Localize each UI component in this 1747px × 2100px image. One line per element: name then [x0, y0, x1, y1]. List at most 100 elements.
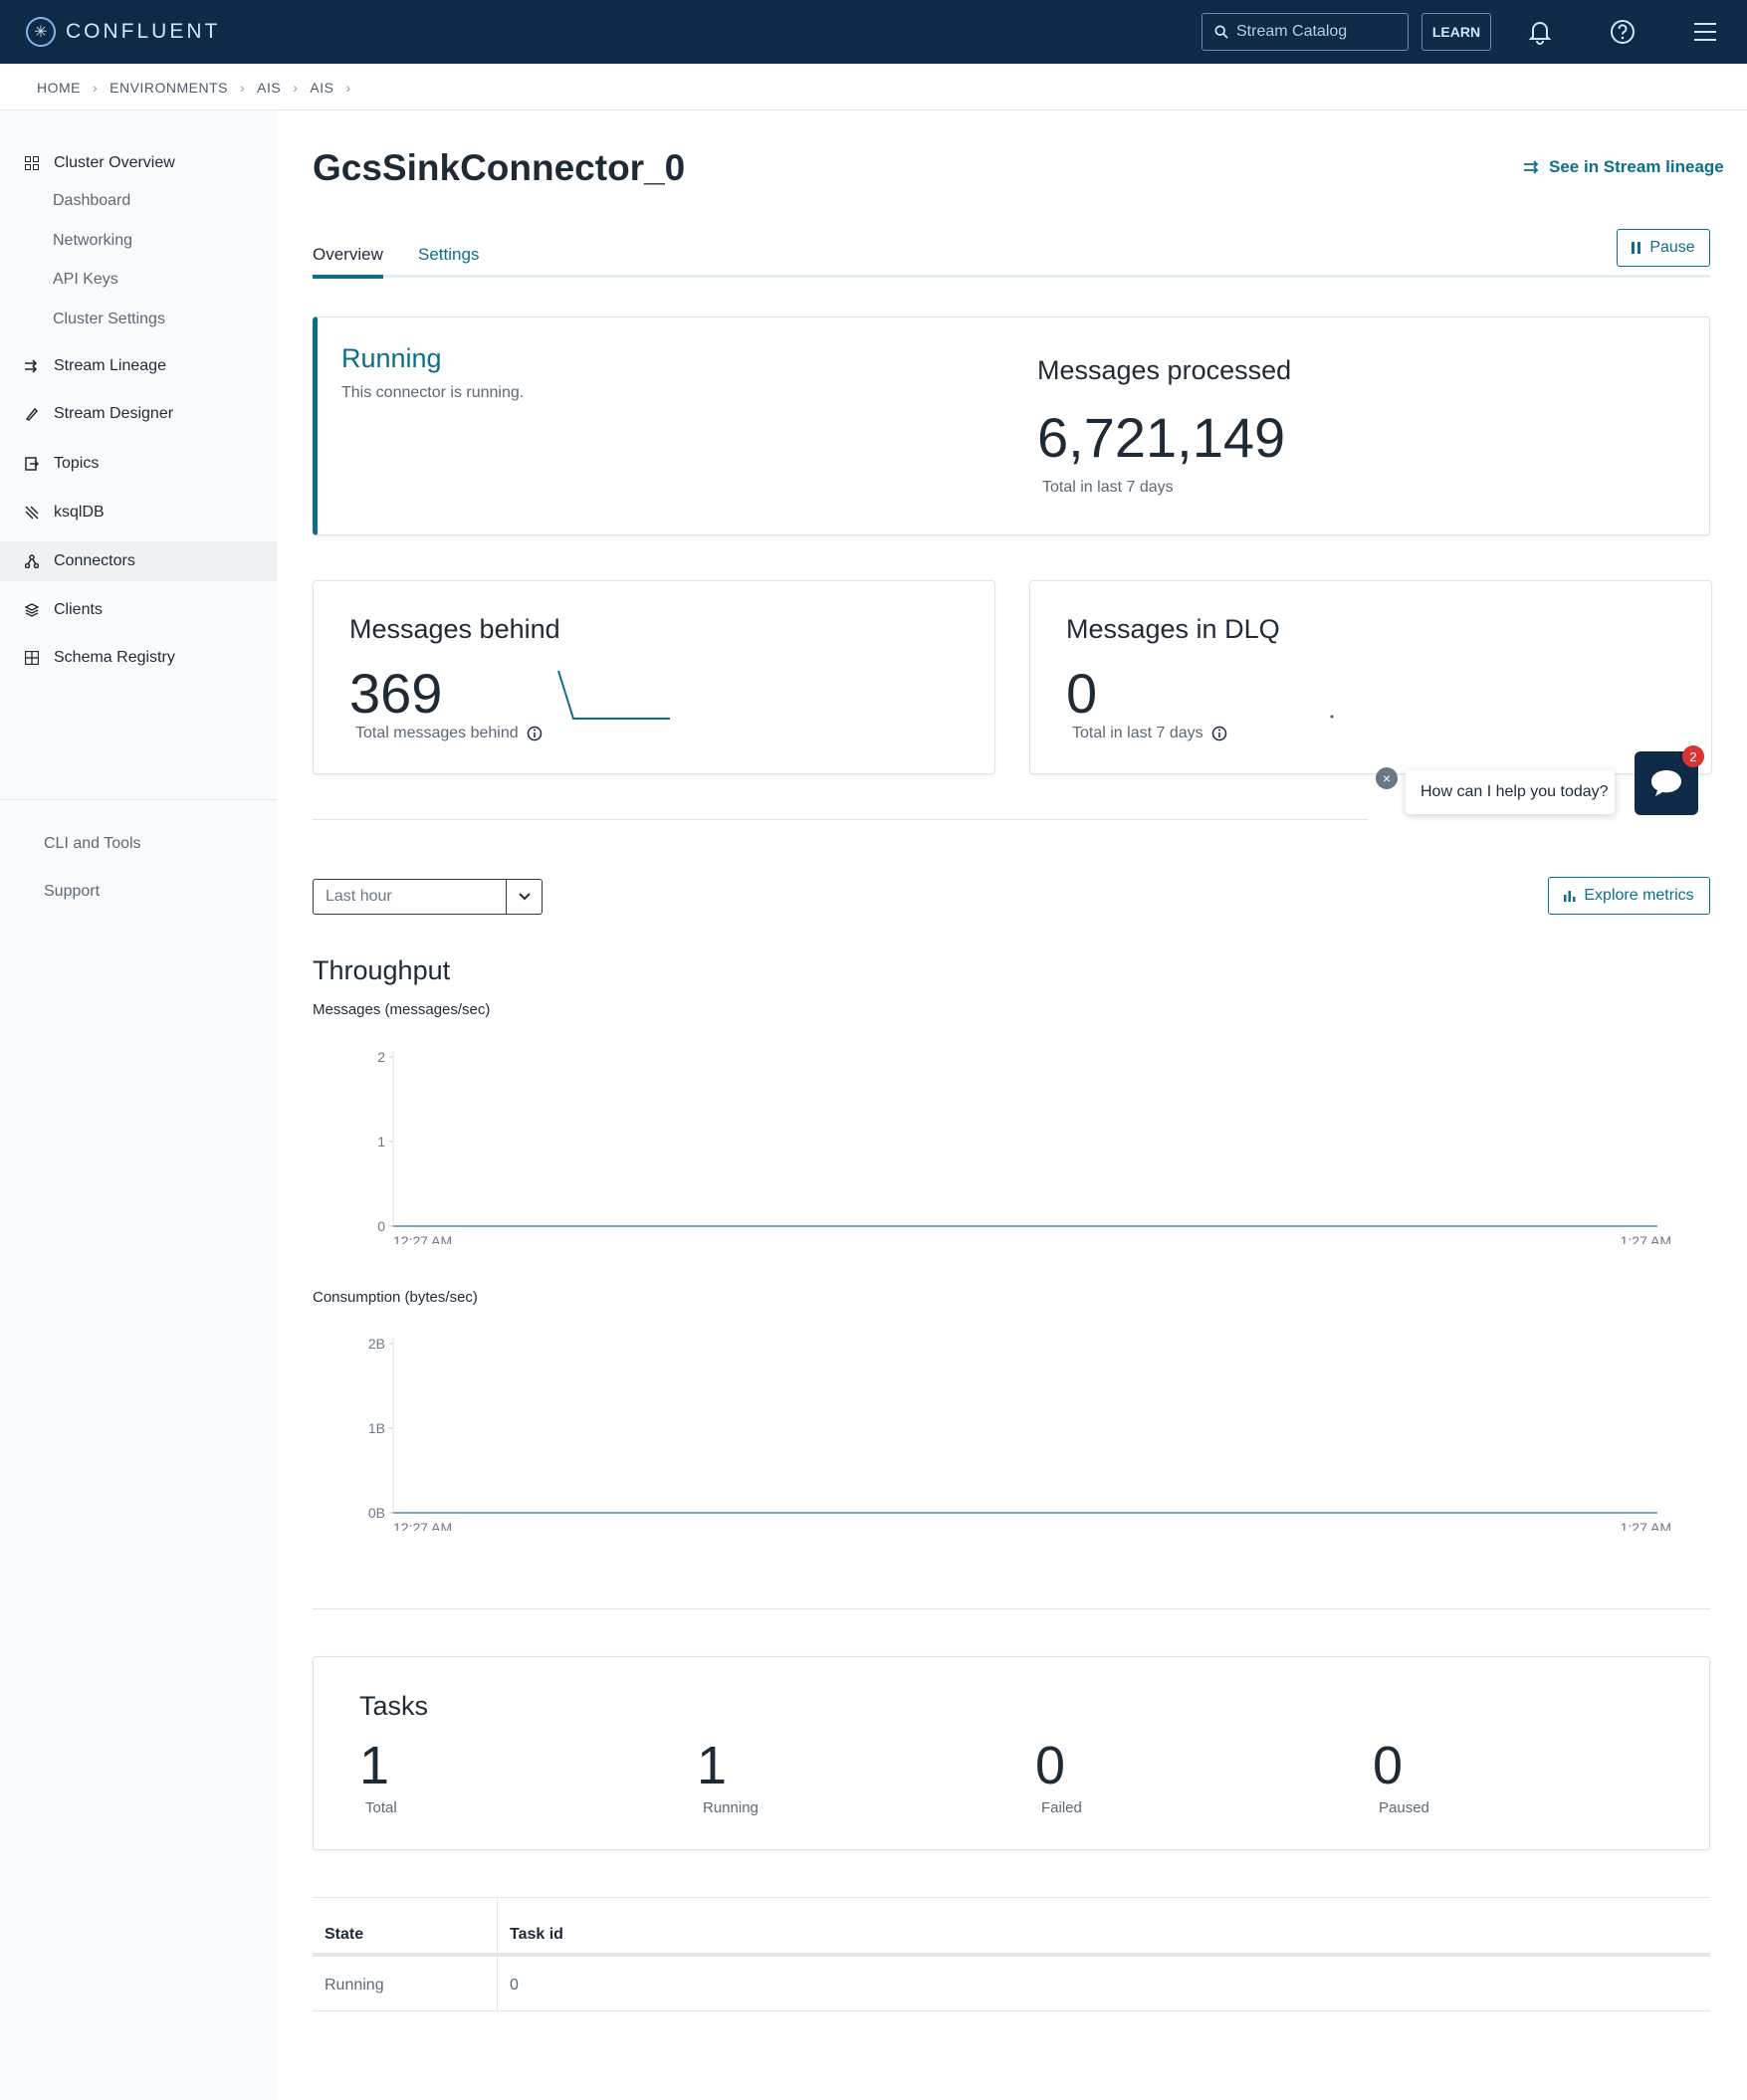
section-divider	[313, 1608, 1710, 1609]
sidebar-item-support[interactable]: Support	[44, 883, 100, 901]
sidebar-item-label: Stream Designer	[54, 405, 174, 422]
sidebar-item-label: Connectors	[54, 552, 135, 569]
info-icon[interactable]	[1211, 726, 1227, 741]
pause-icon	[1632, 242, 1641, 254]
sidebar-item-label: Schema Registry	[54, 649, 175, 666]
sidebar-item-cluster-settings[interactable]: Cluster Settings	[53, 311, 165, 328]
tab-overview[interactable]: Overview	[313, 245, 383, 265]
info-icon[interactable]	[527, 726, 543, 741]
messages-dlq-card: Messages in DLQ 0 Total in last 7 days	[1029, 580, 1712, 774]
stream-lineage-link[interactable]: See in Stream lineage	[1523, 157, 1724, 177]
ksqldb-icon	[24, 505, 40, 521]
task-stat-value: 1	[697, 1736, 728, 1795]
y-tick-label: 0	[377, 1218, 385, 1234]
breadcrumb-environment[interactable]: AIS	[257, 80, 281, 96]
sidebar-item-networking[interactable]: Networking	[53, 232, 132, 250]
x-tick-label: 12:27 AM	[393, 1520, 452, 1531]
chat-prompt[interactable]: How can I help you today?	[1406, 770, 1615, 814]
sidebar-item-dashboard[interactable]: Dashboard	[53, 192, 130, 210]
messages-behind-caption: Total messages behind	[355, 725, 519, 741]
sidebar-item-stream-designer[interactable]: Stream Designer	[0, 394, 277, 434]
tab-underline	[313, 275, 1710, 278]
chevron-right-icon: ›	[293, 80, 299, 96]
lineage-icon	[1524, 160, 1539, 174]
sidebar-item-label: Clients	[54, 601, 103, 618]
messages-dlq-sparkline	[1330, 715, 1334, 719]
top-nav-bar: ✳ CONFLUENT Stream Catalog LEARN	[0, 0, 1747, 64]
y-tick-label: 1	[377, 1134, 385, 1150]
stream-catalog-search[interactable]: Stream Catalog	[1201, 13, 1409, 51]
chat-icon	[1651, 770, 1681, 796]
messages-dlq-title: Messages in DLQ	[1066, 614, 1280, 644]
y-tick-label: 2	[377, 1049, 385, 1065]
tab-settings[interactable]: Settings	[418, 245, 479, 265]
explore-metrics-button[interactable]: Explore metrics	[1548, 877, 1710, 915]
menu-icon[interactable]	[1691, 18, 1719, 46]
close-icon[interactable]: ×	[1376, 767, 1398, 789]
breadcrumb-environments[interactable]: ENVIRONMENTS	[109, 80, 228, 96]
task-stat-label: Running	[703, 1799, 759, 1817]
column-divider	[497, 1957, 498, 2010]
pause-label: Pause	[1649, 239, 1695, 256]
sidebar-item-topics[interactable]: Topics	[0, 444, 277, 484]
section-divider	[313, 819, 1368, 820]
sidebar-item-cluster-overview[interactable]: Cluster Overview	[0, 143, 277, 183]
task-stat-label: Failed	[1041, 1799, 1082, 1817]
task-stat-value: 0	[1035, 1736, 1066, 1795]
column-header-state[interactable]: State	[325, 1926, 363, 1944]
sidebar-item-schema-registry[interactable]: Schema Registry	[0, 638, 277, 678]
confluent-logo-icon: ✳	[26, 17, 56, 47]
task-stat-value: 1	[359, 1736, 390, 1795]
sidebar-item-stream-lineage[interactable]: Stream Lineage	[0, 346, 277, 386]
sidebar-item-connectors[interactable]: Connectors	[0, 541, 277, 581]
sidebar-item-api-keys[interactable]: API Keys	[53, 271, 118, 289]
bar-chart-icon	[1564, 891, 1576, 902]
pause-button[interactable]: Pause	[1617, 229, 1710, 267]
messages-chart: 0 1 2 12:27 AM 1:27 AM	[377, 1049, 1671, 1244]
consumption-chart: 0B 1B 2B 12:27 AM 1:27 AM	[368, 1336, 1671, 1531]
bell-icon[interactable]	[1526, 18, 1554, 46]
search-icon	[1214, 25, 1228, 39]
connectors-icon	[24, 553, 40, 569]
learn-button[interactable]: LEARN	[1421, 13, 1491, 51]
sidebar: Cluster Overview Dashboard Networking AP…	[0, 110, 277, 2100]
brand-name: CONFLUENT	[66, 20, 221, 43]
tasks-title: Tasks	[359, 1691, 429, 1721]
time-range-select[interactable]: Last hour	[313, 879, 543, 915]
sidebar-item-ksqldb[interactable]: ksqlDB	[0, 493, 277, 532]
x-tick-label: 12:27 AM	[393, 1233, 452, 1244]
sidebar-item-clients[interactable]: Clients	[0, 590, 277, 630]
column-header-task-id[interactable]: Task id	[510, 1926, 563, 1944]
topics-icon	[24, 456, 40, 472]
help-icon[interactable]	[1609, 18, 1637, 46]
y-tick-label: 0B	[368, 1505, 385, 1521]
x-tick-label: 1:27 AM	[1621, 1520, 1671, 1531]
messages-processed-value: 6,721,149	[1037, 406, 1286, 469]
messages-processed-sub: Total in last 7 days	[1042, 479, 1174, 496]
schema-icon	[24, 650, 40, 666]
sidebar-divider	[0, 799, 277, 800]
chevron-right-icon: ›	[345, 80, 351, 96]
messages-behind-card: Messages behind 369 Total messages behin…	[313, 580, 995, 774]
chevron-right-icon: ›	[239, 80, 246, 96]
breadcrumb-home[interactable]: HOME	[37, 80, 81, 96]
confluent-logo[interactable]: ✳ CONFLUENT	[26, 16, 220, 48]
messages-behind-sub: Total messages behind	[355, 725, 543, 742]
consumption-chart-title: Consumption (bytes/sec)	[313, 1289, 478, 1306]
chevron-right-icon: ›	[93, 80, 99, 96]
chevron-down-icon[interactable]	[506, 880, 542, 914]
y-tick-label: 1B	[368, 1420, 385, 1436]
breadcrumb-cluster[interactable]: AIS	[310, 80, 333, 96]
task-stat-total: 1 Total	[359, 1736, 397, 1816]
throughput-title: Throughput	[313, 955, 451, 985]
column-divider	[497, 1898, 498, 1953]
cell-state: Running	[325, 1977, 384, 1994]
task-stat-value: 0	[1373, 1736, 1404, 1795]
messages-behind-sparkline	[557, 670, 670, 720]
lineage-link-label: See in Stream lineage	[1549, 157, 1724, 176]
tasks-card: Tasks 1 Total 1 Running 0 Failed 0 Pause…	[313, 1656, 1710, 1850]
page-title: GcsSinkConnector_0	[313, 147, 686, 188]
status-title: Running	[341, 343, 442, 373]
sidebar-item-cli-tools[interactable]: CLI and Tools	[44, 835, 141, 853]
messages-processed-title: Messages processed	[1037, 355, 1292, 385]
